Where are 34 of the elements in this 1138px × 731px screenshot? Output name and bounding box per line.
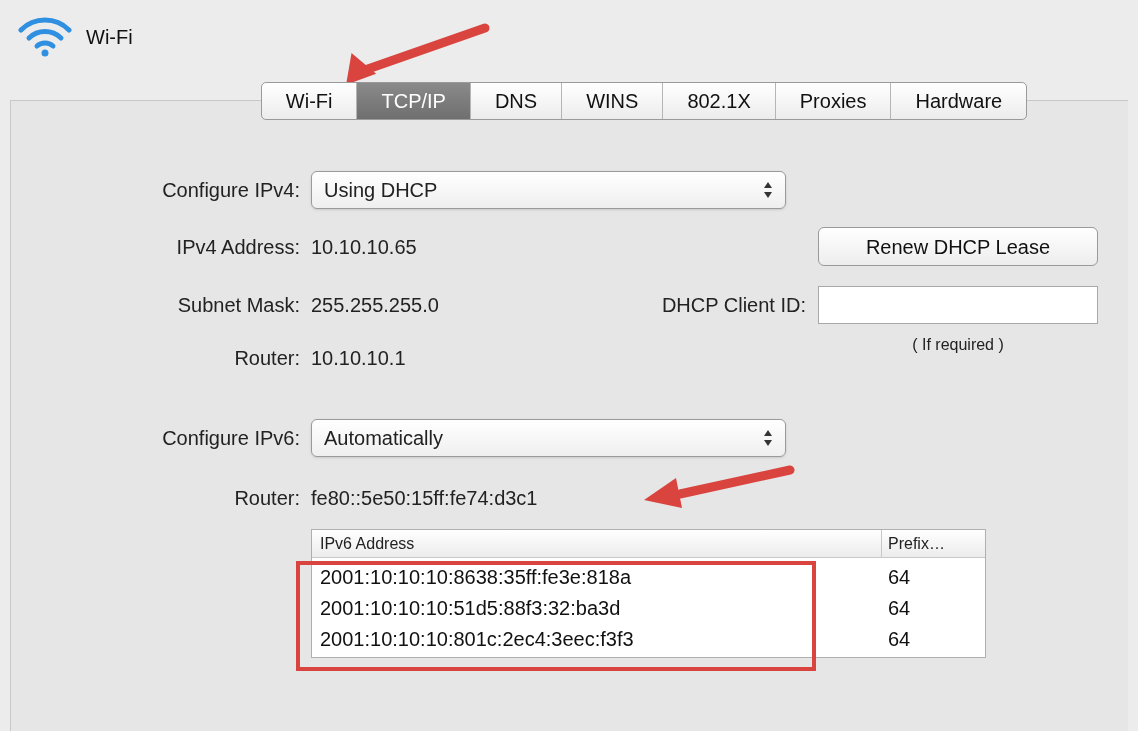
- hint-text: ( If required ): [912, 335, 1004, 355]
- stepper-icon: [763, 181, 773, 199]
- tab[interactable]: Proxies: [774, 83, 891, 119]
- popup-menu[interactable]: Automatically: [311, 419, 786, 457]
- dhcp-client-id-field[interactable]: [818, 286, 1098, 324]
- field-value: 10.10.10.1: [311, 346, 406, 371]
- field-value: 10.10.10.65: [311, 234, 417, 260]
- field-value: fe80::5e50:15ff:fe74:d3c1: [311, 486, 538, 511]
- tab[interactable]: Hardware: [890, 83, 1027, 119]
- field-label: Router:: [234, 346, 300, 371]
- field-label: DHCP Client ID:: [661, 293, 806, 318]
- field-label: IPv4 Address:: [176, 234, 300, 260]
- table-cell-text: 64: [887, 564, 911, 590]
- field-label: Configure IPv4:: [162, 178, 300, 203]
- field-label: Router:: [234, 486, 300, 511]
- table-cell-text: 64: [887, 626, 911, 652]
- stepper-icon: [763, 429, 773, 447]
- column-header[interactable]: Prefix…: [882, 530, 985, 557]
- tab[interactable]: 802.1X: [662, 83, 775, 119]
- table-cell-text: 2001:10:10:10:8638:35ff:fe3e:818a: [319, 564, 633, 590]
- tab[interactable]: Wi-Fi: [261, 83, 357, 119]
- tab[interactable]: DNS: [469, 83, 562, 119]
- column-header[interactable]: IPv6 Address: [312, 530, 882, 557]
- window-title: Wi-Fi: [86, 25, 133, 50]
- tab[interactable]: WINS: [561, 83, 663, 119]
- table-cell-text: 2001:10:10:10:51d5:88f3:32:ba3d: [319, 595, 622, 621]
- tab[interactable]: TCP/IP: [356, 83, 470, 119]
- table-cell-text: 2001:10:10:10:801c:2ec4:3eec:f3f3: [319, 626, 635, 652]
- field-label: Configure IPv6:: [162, 426, 300, 451]
- popup-menu[interactable]: Using DHCP: [311, 171, 786, 209]
- table-cell-text: 64: [887, 595, 911, 621]
- field-label: Subnet Mask:: [177, 293, 300, 318]
- field-value: 255.255.255.0: [311, 293, 439, 318]
- renew-dhcp-lease-button[interactable]: Renew DHCP Lease: [818, 227, 1098, 266]
